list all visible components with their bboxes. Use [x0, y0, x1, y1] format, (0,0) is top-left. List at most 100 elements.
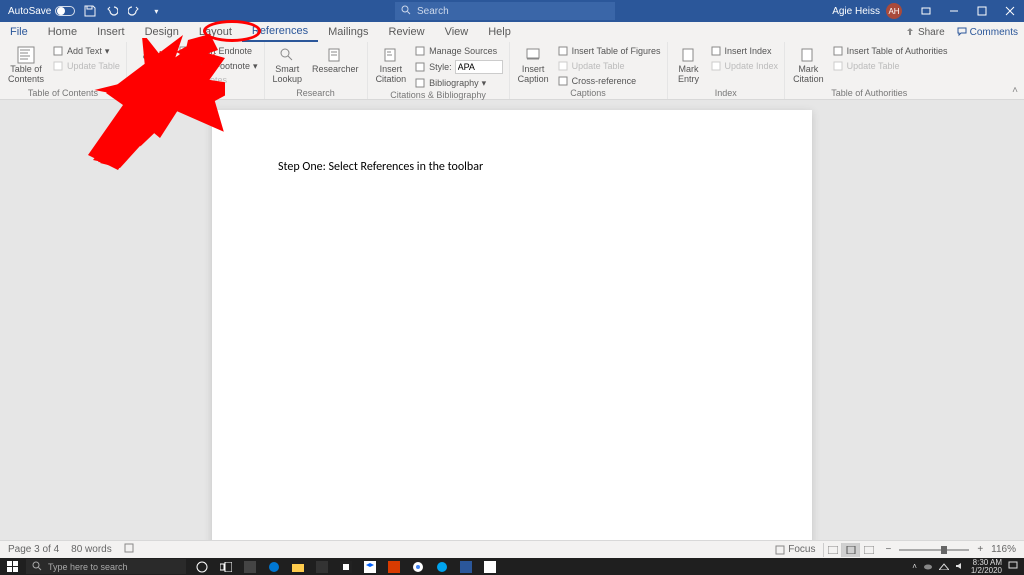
search-placeholder: Search: [417, 6, 449, 17]
update-toa-button[interactable]: Update Table: [832, 59, 948, 73]
system-tray: ˄ 8:30 AM 1/2/2020: [912, 559, 1024, 575]
taskbar-app-9[interactable]: [430, 558, 454, 575]
tray-notifications-icon[interactable]: [1008, 561, 1018, 573]
tray-clock[interactable]: 8:30 AM 1/2/2020: [971, 559, 1002, 575]
insert-caption-button[interactable]: Insert Caption: [516, 44, 551, 85]
tab-design[interactable]: Design: [135, 22, 189, 42]
mark-citation-button[interactable]: Mark Citation: [791, 44, 826, 85]
windows-taskbar: Type here to search ˄ 8:30 AM 1/2/2020: [0, 558, 1024, 575]
next-footnote-button[interactable]: abNext Footnote ▾: [178, 59, 257, 73]
manage-sources-button[interactable]: Manage Sources: [414, 44, 503, 58]
taskbar-word-icon[interactable]: [454, 558, 478, 575]
taskbar-search-placeholder: Type here to search: [48, 562, 128, 572]
minimize-icon[interactable]: [940, 0, 968, 22]
focus-mode[interactable]: Focus: [775, 544, 815, 555]
taskbar-dropbox-icon[interactable]: [358, 558, 382, 575]
taskbar-edge-icon[interactable]: [262, 558, 286, 575]
insert-toa-button[interactable]: Insert Table of Authorities: [832, 44, 948, 58]
tray-volume-icon[interactable]: [955, 562, 965, 572]
update-table-button[interactable]: Update Table: [52, 59, 120, 73]
search-box[interactable]: Search: [395, 2, 615, 20]
cross-reference-button[interactable]: Cross-reference: [557, 74, 661, 88]
insert-endnote-button[interactable]: Insert Endnote: [178, 44, 257, 58]
zoom-out-icon[interactable]: −: [885, 544, 891, 555]
zoom-in-icon[interactable]: +: [977, 544, 983, 555]
update-index-button[interactable]: Update Index: [710, 59, 779, 73]
taskbar-search[interactable]: Type here to search: [26, 559, 186, 574]
autosave-label: AutoSave: [8, 6, 51, 17]
insert-footnote-button[interactable]: ab1 Insert Footnote: [133, 44, 173, 85]
insert-index-button[interactable]: Insert Index: [710, 44, 779, 58]
mark-entry-icon: [679, 46, 699, 64]
footnote-icon: ab1: [143, 46, 163, 64]
save-icon[interactable]: [83, 4, 97, 18]
document-page[interactable]: Step One: Select References in the toolb…: [212, 110, 812, 540]
tab-help[interactable]: Help: [478, 22, 521, 42]
read-mode-icon[interactable]: [823, 543, 841, 557]
tab-view[interactable]: View: [435, 22, 479, 42]
autosave-toggle[interactable]: AutoSave: [8, 6, 75, 17]
share-button[interactable]: Share: [905, 27, 945, 38]
group-captions: Insert Caption Insert Table of Figures U…: [510, 42, 668, 99]
close-icon[interactable]: [996, 0, 1024, 22]
tab-review[interactable]: Review: [379, 22, 435, 42]
table-of-contents-button[interactable]: Table of Contents: [6, 44, 46, 85]
taskbar-app-11[interactable]: [478, 558, 502, 575]
next-footnote-icon: ab: [178, 60, 190, 72]
tray-overflow-icon[interactable]: ˄: [912, 562, 917, 571]
taskbar-cortana-icon[interactable]: [190, 558, 214, 575]
insert-table-of-figures-button[interactable]: Insert Table of Figures: [557, 44, 661, 58]
qat-dropdown-icon[interactable]: ▾: [149, 4, 163, 18]
tab-layout[interactable]: Layout: [189, 22, 242, 42]
group-footnotes: ab1 Insert Footnote Insert Endnote abNex…: [127, 42, 265, 99]
collapse-ribbon-icon[interactable]: ˄: [1012, 85, 1018, 96]
search-icon: [401, 5, 411, 18]
tray-network-icon[interactable]: [939, 562, 949, 572]
tab-home[interactable]: Home: [38, 22, 87, 42]
redo-icon[interactable]: [127, 4, 141, 18]
tab-references[interactable]: References: [242, 22, 318, 42]
bibliography-button[interactable]: Bibliography ▾: [414, 76, 503, 90]
tray-onedrive-icon[interactable]: [923, 562, 933, 572]
taskbar-chrome-icon[interactable]: [406, 558, 430, 575]
tab-insert[interactable]: Insert: [87, 22, 135, 42]
update-table-icon: [52, 60, 64, 72]
maximize-icon[interactable]: [968, 0, 996, 22]
taskbar-app-5[interactable]: [334, 558, 358, 575]
smart-lookup-button[interactable]: Smart Lookup: [271, 44, 305, 85]
citation-style-selector[interactable]: Style:: [414, 59, 503, 75]
researcher-button[interactable]: Researcher: [310, 44, 361, 75]
update-table-captions-button[interactable]: Update Table: [557, 59, 661, 73]
document-canvas[interactable]: Step One: Select References in the toolb…: [0, 100, 1024, 540]
zoom-level[interactable]: 116%: [991, 544, 1016, 555]
print-layout-icon[interactable]: [841, 543, 859, 557]
document-body-text[interactable]: Step One: Select References in the toolb…: [278, 160, 746, 174]
title-bar-left: AutoSave ▾: [0, 4, 163, 18]
taskbar-app-7[interactable]: [382, 558, 406, 575]
zoom-slider[interactable]: [899, 549, 969, 551]
status-words[interactable]: 80 words: [71, 544, 112, 555]
autosave-switch-icon[interactable]: [55, 6, 75, 16]
start-button[interactable]: [0, 558, 26, 575]
add-text-button[interactable]: Add Text ▾: [52, 44, 120, 58]
undo-icon[interactable]: [105, 4, 119, 18]
update-index-icon: [710, 60, 722, 72]
taskbar-taskview-icon[interactable]: [214, 558, 238, 575]
insert-citation-button[interactable]: Insert Citation: [374, 44, 409, 85]
user-name: Agie Heiss: [832, 6, 880, 17]
mark-entry-button[interactable]: Mark Entry: [674, 44, 704, 85]
tab-file[interactable]: File: [0, 22, 38, 42]
ribbon-display-icon[interactable]: [912, 0, 940, 22]
group-label-toa: Table of Authorities: [791, 88, 947, 99]
style-input[interactable]: [455, 60, 503, 74]
web-layout-icon[interactable]: [859, 543, 877, 557]
tab-mailings[interactable]: Mailings: [318, 22, 378, 42]
spellcheck-icon[interactable]: [124, 543, 136, 556]
taskbar-store-icon[interactable]: [310, 558, 334, 575]
taskbar-app-1[interactable]: [238, 558, 262, 575]
status-page[interactable]: Page 3 of 4: [8, 544, 59, 555]
show-notes-button[interactable]: Show Notes: [178, 74, 257, 86]
comments-button[interactable]: Comments: [957, 27, 1018, 38]
user-account[interactable]: Agie Heiss AH: [832, 3, 912, 19]
taskbar-explorer-icon[interactable]: [286, 558, 310, 575]
